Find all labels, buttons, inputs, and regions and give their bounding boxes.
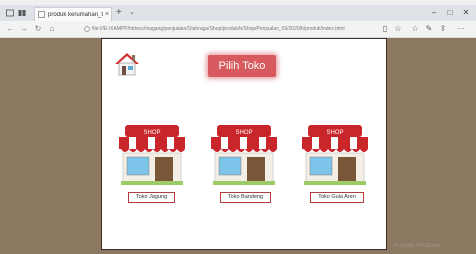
tab-preview-icon[interactable]: [18, 9, 26, 17]
activate-windows-watermark: Activate Windows: [393, 243, 441, 249]
maximize-icon[interactable]: □: [444, 8, 456, 17]
page-favicon-icon: [38, 11, 45, 18]
minimize-icon[interactable]: –: [428, 8, 440, 17]
forward-icon[interactable]: →: [19, 24, 29, 33]
shop-button-toko-jagung[interactable]: Toko Jagung: [128, 192, 175, 203]
reading-view-icon[interactable]: ▯: [380, 24, 390, 33]
shop-icon[interactable]: SHOP: [209, 123, 279, 187]
more-icon[interactable]: ···: [456, 24, 466, 33]
tab-actions-icon[interactable]: [6, 9, 14, 17]
shop-sign-text: SHOP: [326, 130, 343, 136]
shop-sign-text: SHOP: [235, 130, 252, 136]
new-tab-icon[interactable]: +: [116, 8, 122, 18]
shop-sign-text: SHOP: [143, 130, 160, 136]
shop-button-toko-gula-aren[interactable]: Toko Gula Aren: [310, 192, 364, 203]
favorites-hub-icon[interactable]: ☆: [410, 24, 420, 33]
browser-titlebar: produk kerumahan_t × + ⌄ – □ ✕: [0, 5, 476, 21]
home-icon[interactable]: [114, 52, 140, 76]
site-info-icon[interactable]: [84, 26, 90, 32]
shop-icon[interactable]: SHOP: [117, 123, 187, 187]
home-nav-icon[interactable]: ⌂: [47, 24, 57, 33]
back-icon[interactable]: ←: [5, 24, 15, 33]
close-window-icon[interactable]: ✕: [460, 8, 472, 17]
url-field[interactable]: file:///E:/XAMPP/htdocs/magang/penjualan…: [92, 24, 372, 34]
address-bar: ← → ↻ ⌂ file:///E:/XAMPP/htdocs/magang/p…: [0, 21, 476, 38]
tab-title: produk kerumahan_t: [48, 11, 103, 18]
refresh-icon[interactable]: ↻: [33, 24, 43, 33]
favorite-star-icon[interactable]: ☆: [393, 24, 403, 33]
page-title: Pilih Toko: [208, 55, 276, 77]
web-note-icon[interactable]: ✎: [424, 24, 434, 33]
shop-button-toko-bandeng[interactable]: Toko Bandeng: [220, 192, 271, 203]
shop-icon[interactable]: SHOP: [300, 123, 370, 187]
browser-tab-active[interactable]: produk kerumahan_t ×: [34, 7, 112, 21]
share-icon[interactable]: ⇪: [438, 24, 448, 33]
tab-close-icon[interactable]: ×: [103, 11, 111, 18]
tab-list-chevron-icon[interactable]: ⌄: [129, 8, 135, 16]
